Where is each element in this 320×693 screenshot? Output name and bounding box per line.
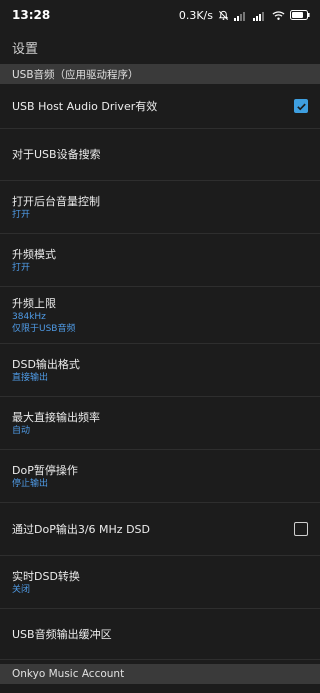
pref-usb-host-driver[interactable]: USB Host Audio Driver有效: [0, 84, 320, 129]
page-title: 设置: [12, 41, 39, 57]
pref-title: USB音频输出缓冲区: [12, 627, 112, 641]
network-speed: 0.3K/s: [178, 8, 213, 22]
pref-summary: 打开: [12, 209, 31, 220]
pref-realtime-dsd[interactable]: 实时DSD转换 关闭: [0, 556, 320, 609]
pref-max-direct-output[interactable]: 最大直接输出频率 自动: [0, 397, 320, 450]
pref-summary: 打开: [12, 262, 31, 273]
dop-dsd-output-checkbox[interactable]: [294, 522, 308, 536]
pref-title: DoP暂停操作: [12, 463, 78, 477]
pref-upsampling-mode[interactable]: 升频模式 打开: [0, 234, 320, 287]
battery-icon: [290, 10, 310, 20]
toolbar: 设置: [0, 30, 320, 64]
checkmark-icon: [296, 103, 306, 110]
pref-background-volume[interactable]: 打开后台音量控制 打开: [0, 181, 320, 234]
pref-usb-buffer[interactable]: USB音频输出缓冲区: [0, 609, 320, 660]
pref-title: 实时DSD转换: [12, 569, 80, 583]
mute-icon: [218, 10, 229, 21]
pref-usb-device-search[interactable]: 对于USB设备搜索: [0, 129, 320, 181]
wifi-icon: [272, 10, 285, 21]
pref-summary: 直接输出: [12, 372, 49, 383]
pref-summary: 自动: [12, 425, 31, 436]
pref-summary-note: 仅限于USB音频: [12, 323, 76, 334]
pref-title: USB Host Audio Driver有效: [12, 99, 158, 113]
signal-icon: [234, 10, 248, 21]
status-bar: 13:28 0.3K/s: [0, 0, 320, 30]
section-label: Onkyo Music Account: [12, 668, 125, 680]
pref-title: 升频上限: [12, 296, 56, 310]
section-label: USB音频（应用驱动程序）: [12, 68, 139, 81]
pref-dop-pause[interactable]: DoP暂停操作 停止输出: [0, 450, 320, 503]
pref-summary: 关闭: [12, 584, 31, 595]
pref-title: 升频模式: [12, 247, 56, 261]
pref-title: 打开后台音量控制: [12, 194, 100, 208]
section-header-onkyo: Onkyo Music Account: [0, 664, 320, 684]
pref-title: 对于USB设备搜索: [12, 148, 101, 161]
status-time: 13:28: [12, 8, 51, 22]
pref-summary: 384kHz: [12, 311, 46, 322]
pref-title: 通过DoP输出3/6 MHz DSD: [12, 522, 150, 536]
pref-title: DSD输出格式: [12, 357, 80, 371]
usb-host-driver-checkbox[interactable]: [294, 99, 308, 113]
pref-dop-dsd-output[interactable]: 通过DoP输出3/6 MHz DSD: [0, 503, 320, 556]
signal2-icon: [253, 10, 267, 21]
section-header-usb: USB音频（应用驱动程序）: [0, 64, 320, 84]
pref-title: 最大直接输出频率: [12, 410, 100, 424]
pref-summary: 停止输出: [12, 478, 49, 489]
pref-dsd-output-format[interactable]: DSD输出格式 直接输出: [0, 344, 320, 397]
pref-upsampling-limit[interactable]: 升频上限 384kHz 仅限于USB音频: [0, 287, 320, 344]
